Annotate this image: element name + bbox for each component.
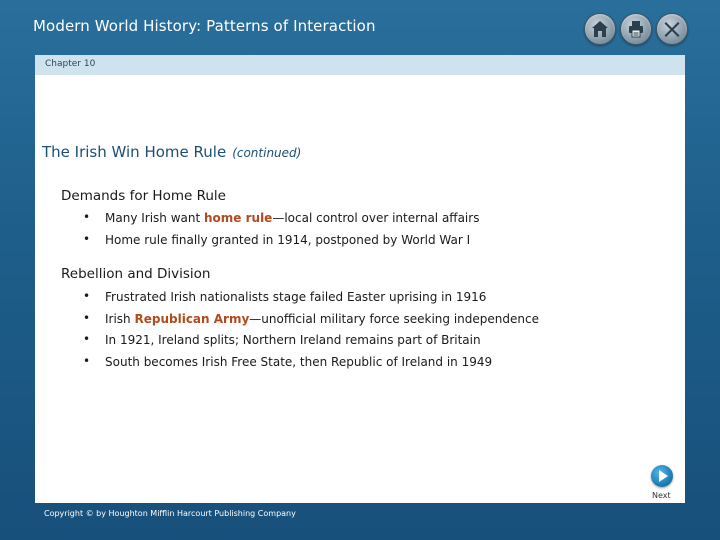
slide-title: The Irish Win Home Rule (continued) bbox=[42, 143, 301, 161]
close-icon bbox=[664, 22, 680, 37]
bullet-dot: • bbox=[83, 210, 91, 224]
slide-frame: Modern World History: Patterns of Intera… bbox=[0, 0, 720, 540]
home-button[interactable] bbox=[584, 13, 616, 45]
chapter-label: Chapter 10 bbox=[45, 59, 96, 69]
key-term-home-rule: home rule bbox=[204, 211, 273, 225]
print-icon bbox=[629, 21, 643, 38]
print-button[interactable] bbox=[620, 13, 652, 45]
bullet-text: Home rule finally granted in 1914, postp… bbox=[105, 233, 471, 247]
exit-button[interactable] bbox=[656, 13, 688, 45]
bullet-text: South becomes Irish Free State, then Rep… bbox=[105, 355, 493, 369]
bullet-text: —unofficial military force seeking indep… bbox=[249, 312, 539, 326]
bullet-dot: • bbox=[83, 354, 91, 368]
bullet-dot: • bbox=[83, 332, 91, 346]
slide-title-continued: (continued) bbox=[232, 146, 302, 160]
bullet-text: Many Irish want bbox=[105, 211, 204, 225]
bullet-item: • Irish Republican Army—unofficial milit… bbox=[83, 311, 539, 326]
play-arrow-icon bbox=[659, 470, 668, 482]
slide-title-text: The Irish Win Home Rule bbox=[42, 143, 227, 161]
bullet-item: • South becomes Irish Free State, then R… bbox=[83, 354, 493, 369]
bullet-item: • Many Irish want home rule—local contro… bbox=[83, 210, 480, 225]
copyright-notice: Copyright © by Houghton Mifflin Harcourt… bbox=[44, 509, 296, 518]
bullet-item: • Home rule finally granted in 1914, pos… bbox=[83, 232, 471, 247]
section-heading-demands: Demands for Home Rule bbox=[61, 188, 226, 204]
bullet-dot: • bbox=[83, 289, 91, 303]
slide-content: The Irish Win Home Rule (continued) Deman… bbox=[35, 75, 685, 503]
bullet-text: Irish bbox=[105, 312, 135, 326]
chapter-bar: Chapter 10 bbox=[35, 55, 685, 75]
bullet-text: In 1921, Ireland splits; Northern Irelan… bbox=[105, 333, 481, 347]
bullet-item: • In 1921, Ireland splits; Northern Irel… bbox=[83, 332, 481, 347]
bullet-dot: • bbox=[83, 311, 91, 325]
section-heading-rebellion: Rebellion and Division bbox=[61, 266, 211, 282]
bullet-text: —local control over internal affairs bbox=[272, 211, 480, 225]
home-icon bbox=[592, 21, 608, 37]
bullet-item: • Frustrated Irish nationalists stage fa… bbox=[83, 289, 487, 304]
app-title: Modern World History: Patterns of Intera… bbox=[33, 17, 376, 35]
bullet-dot: • bbox=[83, 232, 91, 246]
bullet-text: Frustrated Irish nationalists stage fail… bbox=[105, 290, 487, 304]
next-label[interactable]: Next bbox=[652, 491, 671, 500]
key-term-republican-army: Republican Army bbox=[134, 312, 250, 326]
next-button[interactable] bbox=[651, 465, 673, 487]
